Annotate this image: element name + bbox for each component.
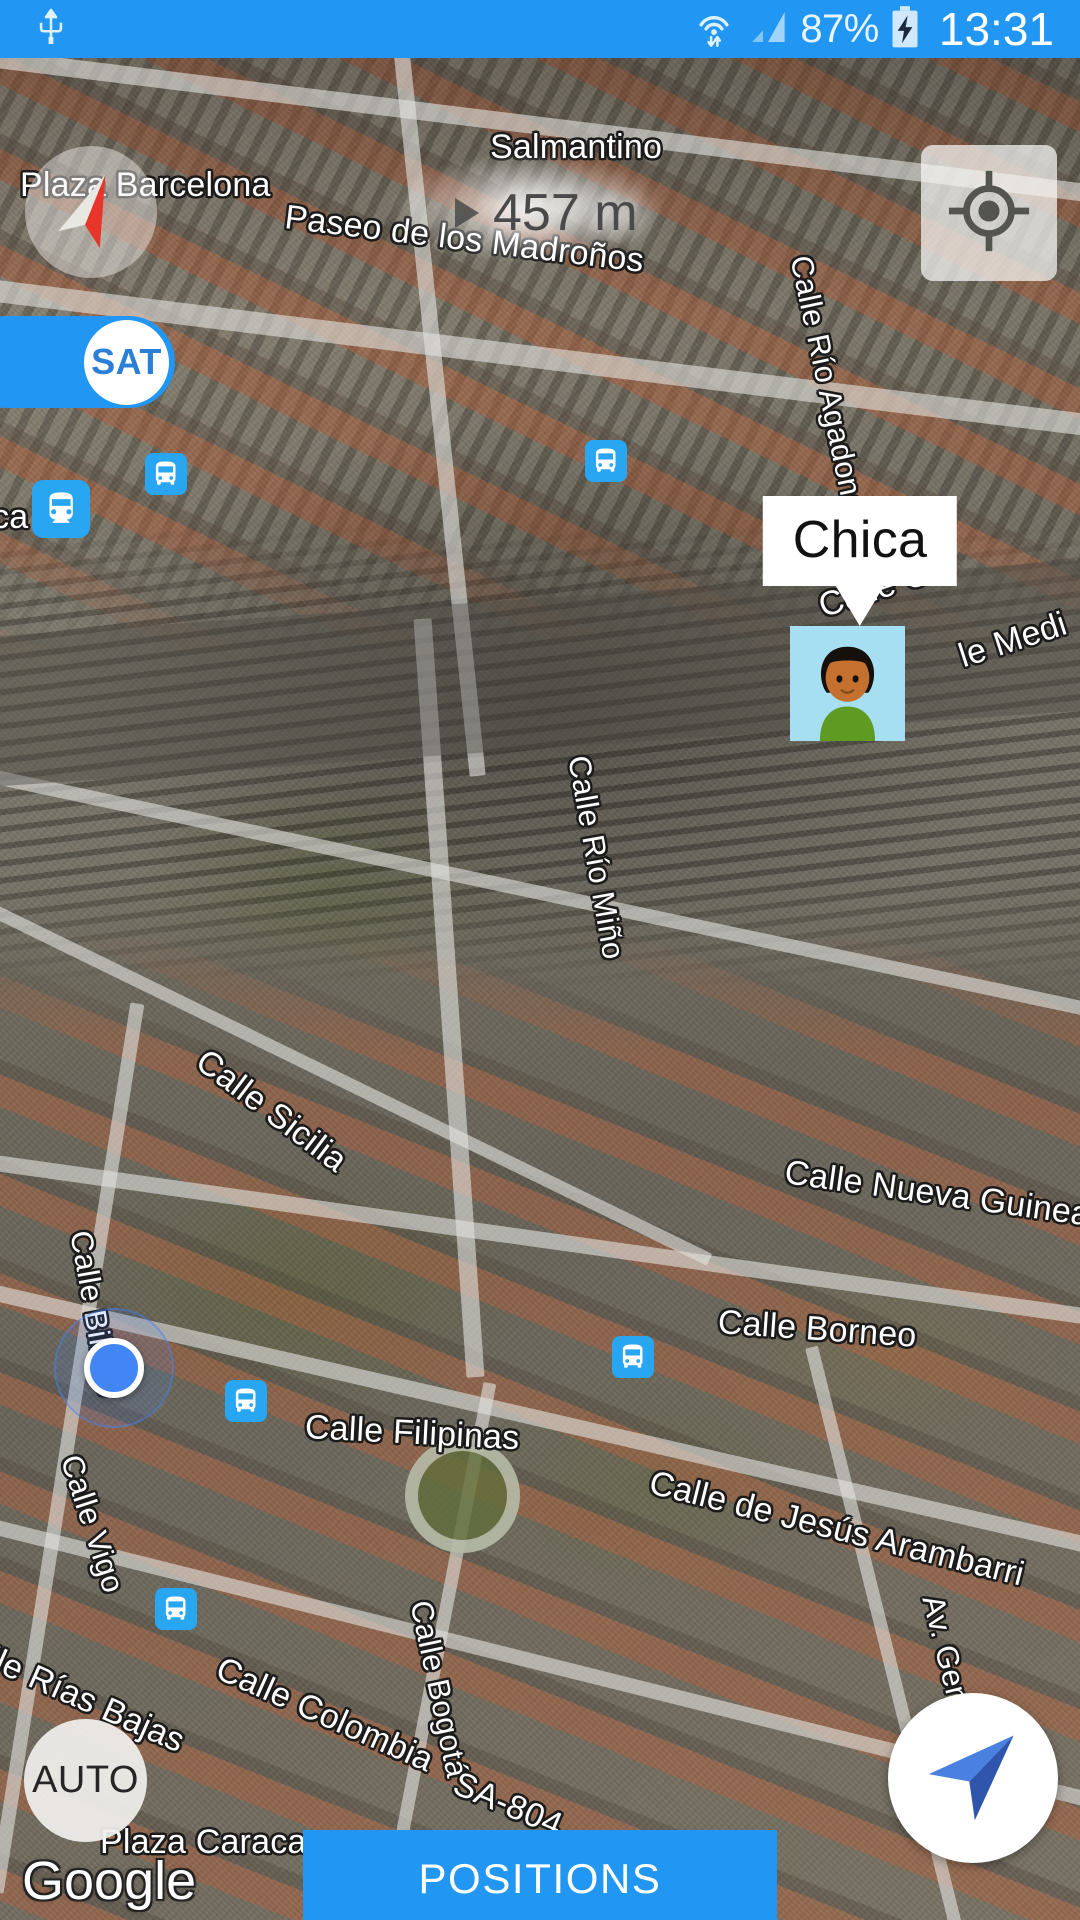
blue-location-dot (84, 1338, 144, 1398)
navigation-fab[interactable] (888, 1693, 1058, 1863)
avatar[interactable] (790, 626, 905, 741)
bus-stop-icon[interactable] (585, 440, 627, 482)
train-station-icon[interactable] (32, 480, 90, 538)
status-bar: 87% 13:31 (0, 0, 1080, 58)
satellite-toggle-thumb: SAT (84, 319, 169, 405)
battery-charging-icon (890, 5, 920, 54)
compass-needle-icon (43, 162, 139, 263)
positions-button[interactable]: POSITIONS (303, 1830, 777, 1920)
navigation-arrow-icon (914, 1717, 1032, 1840)
cellular-signal-icon (747, 7, 789, 52)
satellite-toggle[interactable]: SAT (0, 316, 175, 408)
phone-screen: 87% 13:31 Plaza Barcelona Paseo de los M… (0, 0, 1080, 1920)
clock-label: 13:31 (938, 3, 1054, 55)
callout-tail (835, 586, 884, 626)
auto-button[interactable]: AUTO (24, 1719, 147, 1842)
usb-icon (34, 7, 68, 52)
satellite-toggle-label: SAT (91, 341, 162, 382)
crosshair-target-icon (946, 168, 1032, 259)
bus-stop-icon[interactable] (155, 1588, 197, 1630)
battery-percent-label: 87% (800, 6, 879, 51)
positions-button-label: POSITIONS (418, 1855, 662, 1902)
play-triangle-icon (455, 198, 479, 228)
my-location-button[interactable] (921, 145, 1057, 281)
distance-readout: 457 m (455, 183, 638, 243)
wifi-icon (692, 5, 736, 54)
bus-stop-icon[interactable] (145, 453, 187, 495)
map-callout[interactable]: Chica (762, 496, 958, 626)
status-bar-right: 87% 13:31 (692, 2, 1080, 56)
status-bar-left (0, 7, 68, 52)
callout-box: Chica (762, 496, 958, 586)
callout-label: Chica (792, 511, 928, 569)
compass-rose[interactable] (25, 146, 157, 278)
map-view[interactable]: Plaza Barcelona Paseo de los Madroños Salm… (0, 58, 1080, 1920)
bus-stop-icon[interactable] (225, 1380, 267, 1422)
bus-stop-icon[interactable] (612, 1336, 654, 1378)
distance-value: 457 m (493, 184, 638, 242)
auto-button-label: AUTO (32, 1759, 139, 1801)
google-watermark: Google (22, 1851, 197, 1911)
